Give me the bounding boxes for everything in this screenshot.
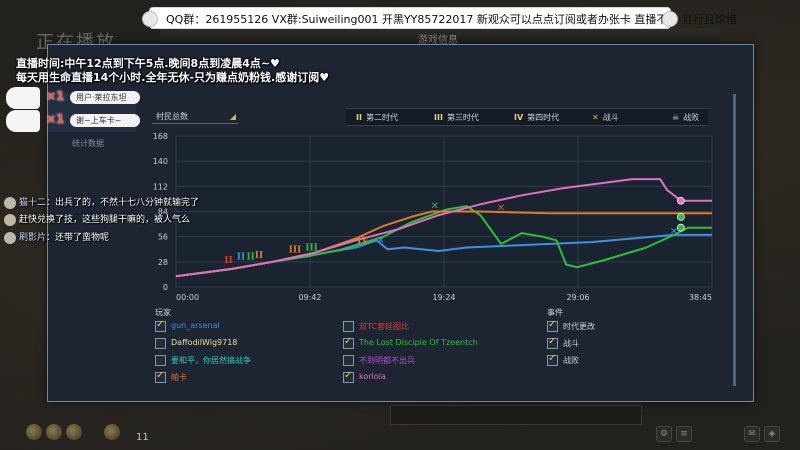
gift-count: ×1 — [46, 112, 65, 126]
gift-label: 用户·莱拉东坦 — [70, 91, 140, 104]
player-name: korloia — [359, 372, 386, 381]
y-tick-label: 140 — [153, 157, 168, 166]
gift-count: ×1 — [46, 89, 65, 103]
gift-label: 谢~上车卡~ — [70, 114, 140, 127]
age-marker: II — [255, 251, 263, 261]
defeat-marker — [676, 212, 685, 221]
player-checkbox[interactable] — [343, 336, 354, 349]
player-name: 双TC套娃图比 — [359, 322, 410, 331]
chat-username: 刷影片 — [19, 233, 47, 243]
avatar — [4, 196, 16, 209]
player-name: 不到明都不出兵 — [359, 356, 415, 365]
player-name: The Lost Disciple Of Tzeentch — [359, 338, 478, 347]
event-checkbox[interactable] — [547, 353, 558, 366]
chat-text: 出兵了的，不然十七八分钟就输完了 — [55, 198, 200, 208]
y-tick-label: 0 — [163, 283, 168, 292]
age-marker: IV — [357, 236, 369, 246]
y-tick-label: 28 — [158, 258, 168, 267]
chat-username: 猫十二 — [19, 198, 47, 208]
battle-marker: ✕ — [430, 201, 438, 212]
x-tick-label: 09:42 — [298, 293, 321, 302]
chat-message: 刷影片：还带了蛮物呢 — [4, 230, 109, 244]
event-name: 战斗 — [563, 339, 579, 348]
chat-text: 还带了蛮物呢 — [55, 233, 110, 243]
event-checkbox[interactable] — [547, 336, 558, 349]
y-tick-label: 168 — [153, 132, 168, 141]
event-checkbox[interactable] — [547, 319, 558, 332]
stream-schedule-line: 每天用生命直播14个小时.全年无休-只为赚点奶粉钱.感谢订阅♥ — [16, 71, 330, 84]
players-section-title: 玩家 — [155, 308, 171, 317]
x-tick-label: 19:24 — [432, 293, 455, 302]
player-checkbox[interactable] — [155, 338, 166, 349]
avatar — [6, 110, 40, 132]
battle-marker: ✕ — [377, 235, 385, 246]
player-name: DaffodilWig9718 — [171, 338, 238, 347]
age-marker: II — [237, 253, 245, 263]
battle-marker: ✕ — [497, 203, 505, 214]
battle-marker: ✕ — [670, 226, 678, 237]
defeat-marker — [676, 223, 685, 232]
player-checkbox[interactable] — [343, 321, 354, 332]
chat-message: 猫十二：出兵了的，不然十七八分钟就输完了 — [4, 195, 199, 209]
avatar — [4, 231, 16, 244]
x-tick-label: 38:45 — [689, 293, 712, 302]
x-tick-label: 29:06 — [566, 293, 589, 302]
y-tick-label: 112 — [153, 182, 168, 191]
player-checkbox[interactable] — [155, 319, 166, 332]
events-section-title: 事件 — [547, 308, 563, 317]
chat-text: 赶快兑换了技，这些狗腿干嘛的，被人气么 — [19, 215, 191, 225]
x-tick-label: 00:00 — [176, 293, 199, 302]
player-checkbox[interactable] — [155, 370, 166, 383]
player-name: gun_arsenal — [171, 321, 220, 330]
age-marker: III — [305, 244, 318, 254]
dialog-scrollbar[interactable] — [733, 94, 736, 386]
event-name: 战败 — [563, 356, 579, 365]
age-marker: III — [289, 245, 302, 255]
event-name: 时代更改 — [563, 322, 595, 331]
player-checkbox[interactable] — [343, 370, 354, 383]
age-marker: II — [246, 253, 254, 263]
player-checkbox[interactable] — [343, 355, 354, 366]
avatar — [6, 87, 40, 109]
player-name: 帕卡 — [171, 373, 187, 382]
player-name: 要和平，你居然搞战争 — [171, 356, 251, 365]
chat-message: 赶快兑换了技，这些狗腿干嘛的，被人气么 — [4, 212, 190, 226]
age-marker: II — [224, 256, 232, 266]
y-tick-label: 56 — [158, 233, 168, 242]
avatar — [4, 213, 16, 226]
player-checkbox[interactable] — [155, 355, 166, 366]
defeat-marker — [676, 196, 685, 205]
